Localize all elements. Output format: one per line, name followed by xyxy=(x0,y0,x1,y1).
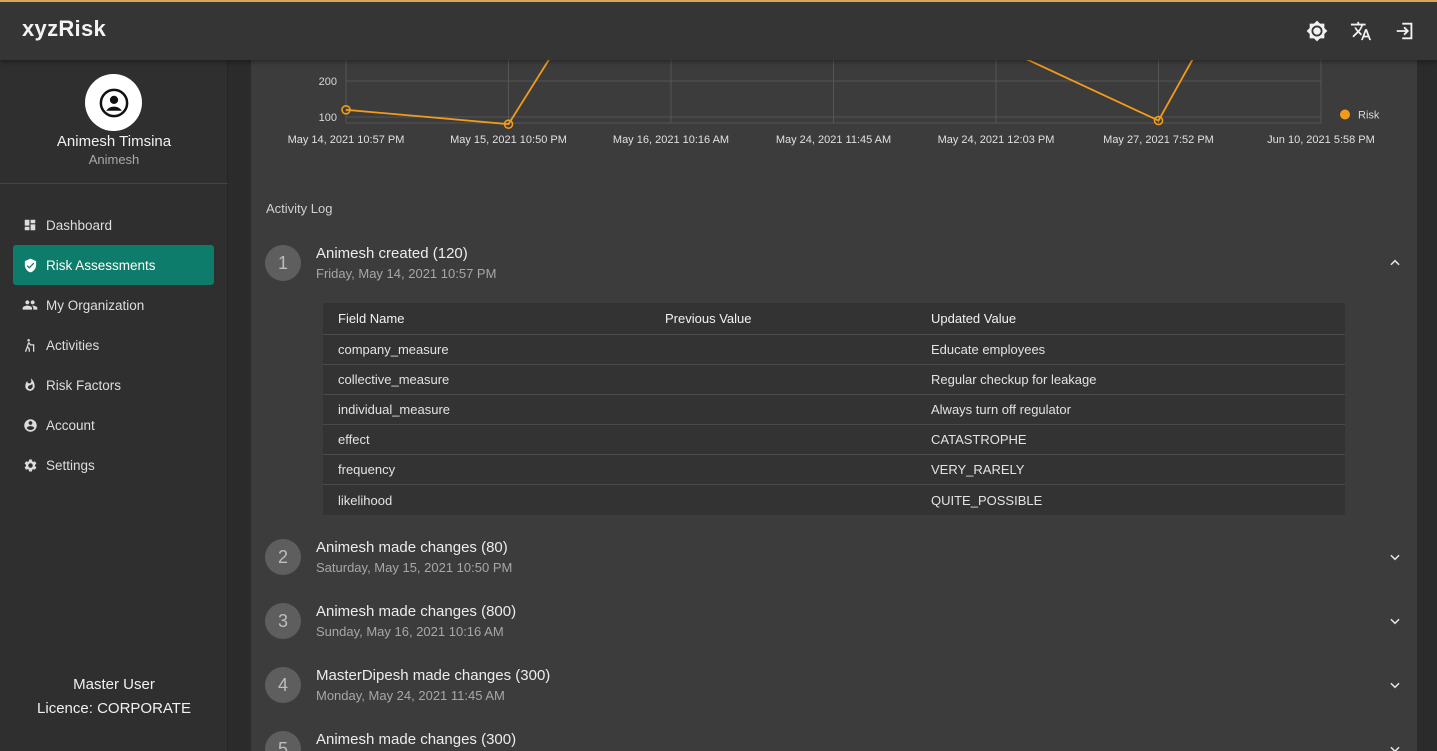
chevron-down-icon[interactable] xyxy=(1385,547,1405,567)
sidebar-item-account[interactable]: Account xyxy=(13,405,214,445)
y-tick-label: 200 xyxy=(319,76,337,88)
shield-check-icon xyxy=(22,257,38,273)
x-tick-label: Jun 10, 2021 5:58 PM xyxy=(1267,134,1375,146)
chevron-up-icon[interactable] xyxy=(1385,253,1405,273)
translate-icon[interactable] xyxy=(1349,19,1373,43)
entry-date: Sunday, May 16, 2021 10:16 AM xyxy=(316,624,504,639)
sidebar-item-settings[interactable]: Settings xyxy=(13,445,214,485)
table-cell: collective_measure xyxy=(338,372,450,387)
entry-number: 5 xyxy=(265,731,301,751)
sidebar-item-risk-factors[interactable]: Risk Factors xyxy=(13,365,214,405)
sidebar: Animesh Timsina Animesh Dashboard Risk A… xyxy=(0,60,228,751)
entry-title: Animesh made changes (800) xyxy=(316,603,517,620)
x-tick-label: May 14, 2021 10:57 PM xyxy=(288,134,405,146)
x-tick-label: May 27, 2021 7:52 PM xyxy=(1103,134,1214,146)
entry-title: Animesh made changes (300) xyxy=(316,731,517,748)
sidebar-item-dashboard[interactable]: Dashboard xyxy=(13,205,214,245)
walker-icon xyxy=(22,337,38,353)
column-header: Updated Value xyxy=(931,311,1017,326)
entry-title: MasterDipesh made changes (300) xyxy=(316,667,551,684)
table-cell: company_measure xyxy=(338,342,449,357)
activity-log-label: Activity Log xyxy=(266,201,333,216)
avatar[interactable] xyxy=(85,74,142,131)
sidebar-item-activities[interactable]: Activities xyxy=(13,325,214,365)
entry-number: 1 xyxy=(265,245,301,281)
legend-marker xyxy=(1340,109,1350,120)
x-tick-label: May 24, 2021 11:45 AM xyxy=(776,134,891,146)
entry-number: 3 xyxy=(265,603,301,639)
table-row: likelihood QUITE_POSSIBLE xyxy=(323,485,1345,515)
sidebar-divider xyxy=(0,183,228,184)
fire-icon xyxy=(22,377,38,393)
user-name: Animesh Timsina xyxy=(56,133,172,150)
table-row: frequency VERY_RARELY xyxy=(323,455,1345,485)
activity-entry[interactable]: 2 Animesh made changes (80) Saturday, Ma… xyxy=(265,539,1405,579)
risk-line-chart: 100 200 May 14, 2021 10:57 PM May 15, 2021 … xyxy=(288,60,1380,146)
gear-icon xyxy=(22,457,38,473)
activity-entry[interactable]: 1 Animesh created (120) Friday, May 14, … xyxy=(265,245,1405,285)
table-row: company_measure Educate employees xyxy=(323,335,1345,365)
activity-entry[interactable]: 3 Animesh made changes (800) Sunday, May… xyxy=(265,603,1405,643)
legend-label: Risk xyxy=(1358,110,1380,122)
sidebar-item-my-organization[interactable]: My Organization xyxy=(13,285,214,325)
x-tick-label: May 24, 2021 12:03 PM xyxy=(938,134,1055,146)
table-cell: CATASTROPHE xyxy=(931,432,1027,447)
table-cell: Educate employees xyxy=(931,342,1046,357)
entry-date: Friday, May 14, 2021 10:57 PM xyxy=(316,266,497,281)
table-cell: likelihood xyxy=(338,492,393,508)
table-cell: frequency xyxy=(338,462,396,477)
entry-number: 2 xyxy=(265,539,301,575)
table-cell: Always turn off regulator xyxy=(931,402,1071,417)
table-cell: individual_measure xyxy=(338,402,451,417)
sidebar-item-label: Activities xyxy=(46,337,100,353)
x-tick-label: May 16, 2021 10:16 AM xyxy=(613,134,729,146)
dashboard-icon xyxy=(22,217,38,233)
sidebar-item-label: Risk Factors xyxy=(46,377,122,393)
chevron-down-icon[interactable] xyxy=(1385,611,1405,631)
licence-label: Licence: CORPORATE xyxy=(37,700,191,717)
sidebar-nav: Dashboard Risk Assessments My Organizati… xyxy=(13,205,214,485)
table-header-row: Field Name Previous Value Updated Value xyxy=(323,303,1345,335)
people-icon xyxy=(22,297,38,313)
activity-entry[interactable]: 5 Animesh made changes (300) xyxy=(265,731,1405,751)
table-cell: Regular checkup for leakage xyxy=(931,372,1097,387)
sidebar-item-label: Dashboard xyxy=(46,217,113,233)
changes-table: Field Name Previous Value Updated Value … xyxy=(323,303,1345,515)
user-role: Master User xyxy=(73,676,155,693)
chevron-down-icon[interactable] xyxy=(1385,739,1405,751)
sidebar-item-label: Account xyxy=(46,417,95,433)
header-actions xyxy=(1305,19,1417,43)
main-panel: 100 200 May 14, 2021 10:57 PM May 15, 2021 … xyxy=(251,60,1417,751)
app-logo: xyzRisk xyxy=(22,16,107,41)
sidebar-item-risk-assessments[interactable]: Risk Assessments xyxy=(13,245,214,285)
entry-title: Animesh created (120) xyxy=(316,245,468,262)
table-row: effect CATASTROPHE xyxy=(323,425,1345,455)
x-tick-label: May 15, 2021 10:50 PM xyxy=(450,134,567,146)
table-row: individual_measure Always turn off regul… xyxy=(323,395,1345,425)
entry-number: 4 xyxy=(265,667,301,703)
account-circle-icon xyxy=(22,417,38,433)
brightness-icon[interactable] xyxy=(1305,19,1329,43)
entry-date: Monday, May 24, 2021 11:45 AM xyxy=(316,688,505,703)
column-header: Field Name xyxy=(338,311,405,326)
column-header: Previous Value xyxy=(665,311,752,326)
table-row: collective_measure Regular checkup for l… xyxy=(323,365,1345,395)
table-cell: QUITE_POSSIBLE xyxy=(931,492,1043,508)
top-app-bar: xyzRisk xyxy=(0,0,1437,60)
sidebar-item-label: Settings xyxy=(46,457,95,473)
chevron-down-icon[interactable] xyxy=(1385,675,1405,695)
entry-title: Animesh made changes (80) xyxy=(316,539,508,556)
y-tick-label: 100 xyxy=(319,112,337,124)
sidebar-item-label: Risk Assessments xyxy=(46,257,156,273)
sidebar-item-label: My Organization xyxy=(46,297,145,313)
entry-date: Saturday, May 15, 2021 10:50 PM xyxy=(316,560,513,575)
activity-entry[interactable]: 4 MasterDipesh made changes (300) Monday… xyxy=(265,667,1405,707)
user-username: Animesh xyxy=(88,152,140,167)
table-cell: effect xyxy=(338,432,370,447)
table-cell: VERY_RARELY xyxy=(931,462,1025,477)
logout-icon[interactable] xyxy=(1393,19,1417,43)
